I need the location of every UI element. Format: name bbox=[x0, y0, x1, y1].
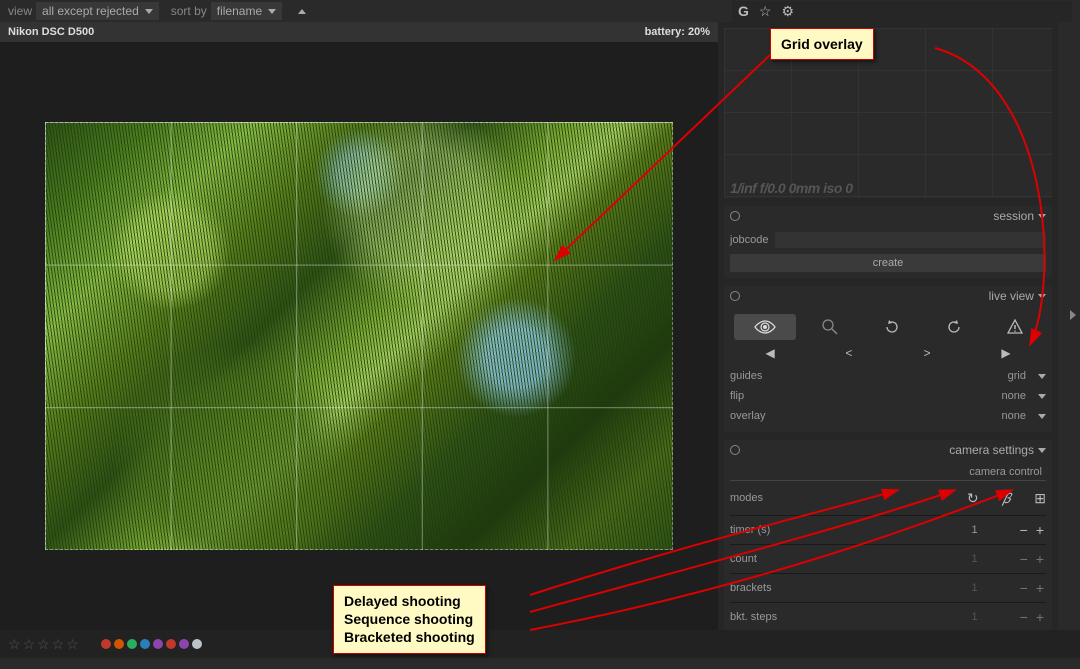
jobcode-input[interactable] bbox=[775, 232, 1046, 248]
nav-right-icon[interactable]: ▶ bbox=[1001, 346, 1010, 360]
liveview-panel: live view bbox=[724, 286, 1052, 432]
timer-minus[interactable]: − bbox=[1018, 522, 1030, 538]
panel-presets-button[interactable] bbox=[730, 211, 740, 221]
camera-model: Nikon DSC D500 bbox=[8, 26, 94, 38]
rating-star-3[interactable]: ☆ bbox=[37, 636, 50, 653]
sort-dropdown[interactable]: filename bbox=[211, 2, 282, 20]
brackets-minus[interactable]: − bbox=[1018, 580, 1030, 596]
chevron-right-icon bbox=[1070, 310, 1076, 320]
view-dropdown[interactable]: all except rejected bbox=[36, 2, 159, 20]
timer-value: 1 bbox=[972, 524, 978, 536]
live-preview-image[interactable] bbox=[45, 122, 673, 550]
side-panels: 1/inf f/0.0 0mm iso 0 session jobcode cr… bbox=[718, 22, 1058, 630]
color-dot-red[interactable] bbox=[101, 639, 111, 649]
battery-status: battery: 20% bbox=[645, 26, 710, 38]
session-panel: session jobcode create bbox=[724, 206, 1052, 278]
chevron-down-icon bbox=[145, 9, 153, 14]
guides-value: grid bbox=[1008, 370, 1026, 382]
overlay-value: none bbox=[1002, 410, 1026, 422]
sequence-shooting-icon[interactable]: 𝛽 bbox=[1003, 490, 1011, 507]
flip-dropdown[interactable] bbox=[1038, 394, 1046, 399]
liveview-warning-button[interactable] bbox=[984, 314, 1046, 340]
color-dot-blue[interactable] bbox=[140, 639, 150, 649]
bktsteps-plus[interactable]: + bbox=[1034, 609, 1046, 625]
nav-left-icon[interactable]: ◀ bbox=[765, 346, 774, 360]
annotation-shooting-modes: Delayed shooting Sequence shooting Brack… bbox=[333, 585, 486, 654]
star-icon[interactable]: ☆ bbox=[759, 3, 772, 20]
rating-star-2[interactable]: ☆ bbox=[23, 636, 36, 653]
bktsteps-value: 1 bbox=[972, 611, 978, 623]
chevron-down-icon bbox=[268, 9, 276, 14]
panel-presets-button[interactable] bbox=[730, 291, 740, 301]
panel-collapse-icon[interactable] bbox=[1038, 214, 1046, 219]
gear-icon[interactable]: ⚙ bbox=[781, 3, 794, 20]
color-dot-green[interactable] bbox=[127, 639, 137, 649]
liveview-eye-button[interactable] bbox=[734, 314, 796, 340]
bktsteps-minus[interactable]: − bbox=[1018, 609, 1030, 625]
panel-presets-button[interactable] bbox=[730, 445, 740, 455]
rating-star-4[interactable]: ☆ bbox=[52, 636, 65, 653]
panel-collapse-icon[interactable] bbox=[1038, 448, 1046, 453]
bktsteps-label: bkt. steps bbox=[730, 611, 777, 623]
jobcode-label: jobcode bbox=[730, 234, 769, 246]
side-expand-tab[interactable] bbox=[1066, 295, 1080, 335]
exposure-info: 1/inf f/0.0 0mm iso 0 bbox=[730, 180, 853, 196]
preview-header: Nikon DSC D500 battery: 20% bbox=[0, 22, 718, 42]
panel-collapse-icon[interactable] bbox=[1038, 294, 1046, 299]
preview-pane: Nikon DSC D500 battery: 20% bbox=[0, 22, 718, 630]
liveview-rotate-ccw-button[interactable] bbox=[861, 314, 923, 340]
modes-label: modes bbox=[730, 492, 763, 504]
color-dot-orange[interactable] bbox=[114, 639, 124, 649]
sort-direction-toggle[interactable] bbox=[298, 9, 306, 14]
rating-star-1[interactable]: ☆ bbox=[8, 636, 21, 653]
color-labels bbox=[101, 639, 202, 649]
grid-overlay-guides bbox=[45, 122, 673, 550]
count-minus[interactable]: − bbox=[1018, 551, 1030, 567]
nav-greater-icon[interactable]: > bbox=[923, 346, 930, 360]
footer-bar: ☆ ☆ ☆ ☆ ☆ bbox=[0, 630, 1080, 658]
nav-less-icon[interactable]: < bbox=[846, 346, 853, 360]
timer-label: timer (s) bbox=[730, 524, 770, 536]
timer-plus[interactable]: + bbox=[1034, 522, 1046, 538]
rating-star-5[interactable]: ☆ bbox=[66, 636, 79, 653]
camera-control-subtitle: camera control bbox=[730, 464, 1046, 481]
flip-label: flip bbox=[730, 390, 744, 402]
view-label: view bbox=[8, 4, 32, 18]
overlay-dropdown[interactable] bbox=[1038, 414, 1046, 419]
camerasettings-panel: camera settings camera control modes ↻ 𝛽… bbox=[724, 440, 1052, 630]
brackets-plus[interactable]: + bbox=[1034, 580, 1046, 596]
brackets-label: brackets bbox=[730, 582, 772, 594]
guides-label: guides bbox=[730, 370, 762, 382]
count-label: count bbox=[730, 553, 757, 565]
delayed-shooting-icon[interactable]: ↻ bbox=[967, 490, 979, 507]
flip-value: none bbox=[1002, 390, 1026, 402]
brackets-value: 1 bbox=[972, 582, 978, 594]
bracketed-shooting-icon[interactable]: ⊞ bbox=[1034, 490, 1046, 507]
g-button[interactable]: G bbox=[738, 3, 749, 19]
sort-label: sort by bbox=[171, 4, 207, 18]
color-dot-purple[interactable] bbox=[153, 639, 163, 649]
overlay-label: overlay bbox=[730, 410, 765, 422]
guides-dropdown[interactable] bbox=[1038, 374, 1046, 379]
count-plus[interactable]: + bbox=[1034, 551, 1046, 567]
color-dot-red2[interactable] bbox=[166, 639, 176, 649]
color-dot-gray[interactable] bbox=[192, 639, 202, 649]
liveview-rotate-cw-button[interactable] bbox=[923, 314, 985, 340]
create-button[interactable]: create bbox=[730, 254, 1046, 272]
top-toolbar: view all except rejected sort by filenam… bbox=[0, 0, 1080, 22]
count-value: 1 bbox=[972, 553, 978, 565]
liveview-zoom-button[interactable] bbox=[800, 314, 862, 340]
annotation-grid-overlay: Grid overlay bbox=[770, 28, 874, 60]
color-dot-purple2[interactable] bbox=[179, 639, 189, 649]
